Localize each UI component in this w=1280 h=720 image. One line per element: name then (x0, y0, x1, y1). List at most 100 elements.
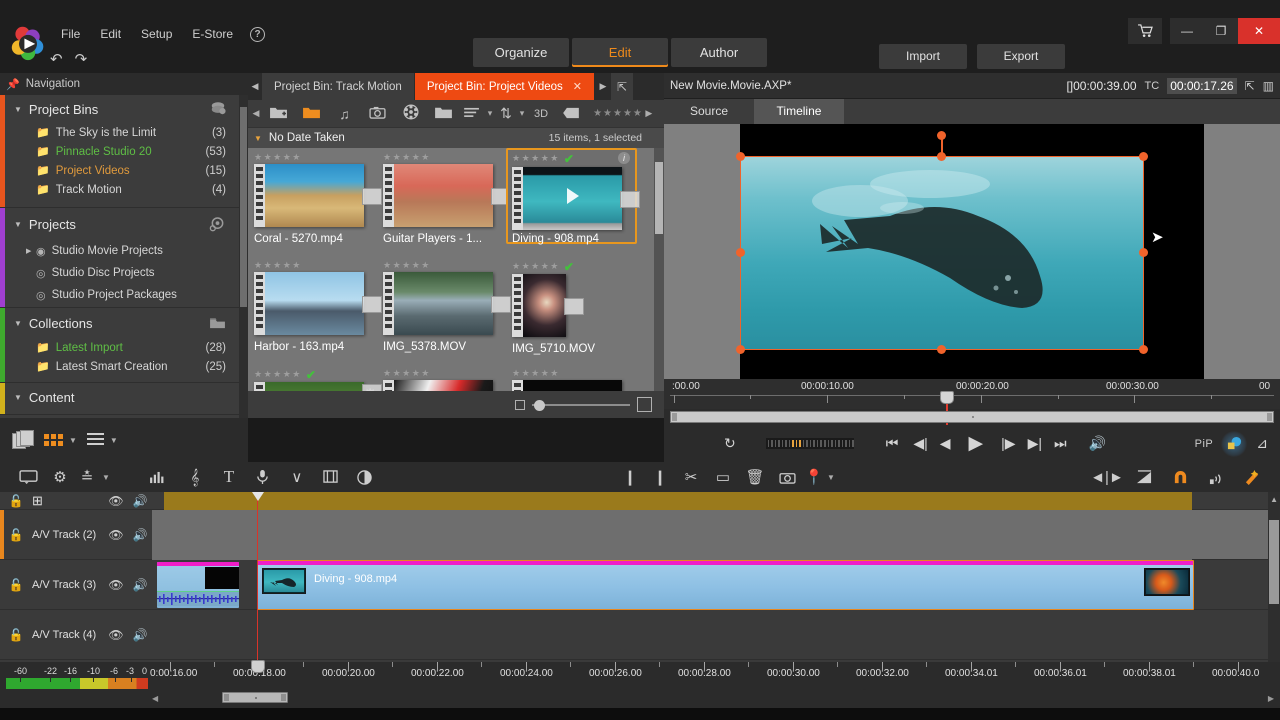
tab-scroll-left-icon[interactable]: ◀ (248, 73, 262, 100)
title-icon[interactable]: T (212, 467, 246, 487)
play-overlay-icon[interactable] (566, 187, 579, 204)
play-icon[interactable]: ▶ (969, 432, 984, 455)
chevron-down-icon[interactable]: ▼ (102, 473, 110, 482)
menu-item-estore[interactable]: E-Store (183, 24, 242, 44)
delete-icon[interactable]: 🗑 (739, 468, 771, 486)
trim-icon[interactable]: ◄|► (1088, 469, 1126, 486)
smart-edit-icon[interactable] (1234, 469, 1272, 486)
nav-section-header-projects[interactable]: ▼ Projects (0, 208, 248, 240)
timeline-clip-diving[interactable]: Diving - 908.mp4 (257, 560, 1194, 610)
timeline-horizontal-scrollbar[interactable] (222, 692, 288, 703)
handle-mid-right[interactable] (1139, 248, 1148, 257)
main-tab-bar[interactable]: Organize Edit Author (473, 38, 767, 67)
timeline-ruler[interactable]: 0:00:16.00 00:00:18.00 00:00:20.00 00:00… (150, 660, 1280, 690)
mark-out-icon[interactable]: ❙ (645, 468, 675, 486)
handle-bottom-left[interactable] (736, 345, 745, 354)
eye-icon[interactable]: 👁 (104, 628, 128, 642)
handle-top-right[interactable] (1139, 152, 1148, 161)
transform-selection-rect[interactable] (740, 156, 1144, 350)
item-folder-badge[interactable] (620, 191, 640, 208)
bin-item-coral[interactable]: ★★★★★ Coral - 5270.mp4 (254, 152, 382, 245)
tab-author[interactable]: Author (671, 38, 767, 67)
keyframe-icon[interactable]: ∨ (280, 468, 314, 486)
mark-in-icon[interactable]: ❙ (615, 468, 645, 486)
eye-icon[interactable]: 👁 (104, 578, 128, 592)
track-height-icon[interactable]: ≛ (74, 468, 100, 486)
timeline-track-area[interactable]: Diving - 908.mp4 (152, 492, 1268, 662)
bin-tab-bar[interactable]: ◀ Project Bin: Track Motion Project Bin:… (248, 73, 664, 100)
item-rating[interactable]: ★★★★★ (254, 369, 302, 381)
nav-item-project-videos[interactable]: 📁 Project Videos (15) (0, 161, 248, 180)
timeline-track-av-4[interactable] (152, 610, 1268, 660)
scrubber-left-handle[interactable] (672, 413, 677, 421)
undo-icon[interactable]: ↶ (50, 50, 63, 68)
import-button[interactable]: Import (879, 44, 967, 69)
export-button[interactable]: Export (977, 44, 1065, 69)
menu-item-setup[interactable]: Setup (132, 24, 181, 44)
info-icon[interactable]: i (618, 152, 630, 164)
step-forward-icon[interactable]: |▶ (1001, 435, 1015, 452)
scrub-audio-icon[interactable] (1198, 470, 1234, 485)
view-mode-bar[interactable]: ▼ ▼ (0, 418, 248, 462)
folder-icon[interactable] (427, 105, 460, 122)
nav-item-pinnacle-studio-20[interactable]: 📁 Pinnacle Studio 20 (53) (0, 142, 248, 161)
music-icon[interactable]: 𝄞 (178, 469, 212, 486)
minimize-button[interactable]: — (1170, 18, 1204, 44)
thumbnail-size-slider[interactable] (532, 399, 630, 411)
bin-item-guitar-players[interactable]: ★★★★★ Guitar Players - 1... (383, 152, 511, 245)
split-icon[interactable]: ✂ (675, 468, 707, 486)
timeline-master-strip[interactable] (152, 492, 1268, 510)
handle-bottom-right[interactable] (1139, 345, 1148, 354)
toolbar-scroll-right-icon[interactable]: ▶ (643, 108, 655, 119)
item-rating[interactable]: ★★★★★ (512, 153, 560, 165)
navigation-scrollbar[interactable] (239, 95, 248, 418)
popout-panel-icon[interactable]: ⇱ (611, 73, 633, 100)
chevron-down-icon[interactable]: ▼ (14, 319, 22, 328)
lock-icon[interactable]: 🔓 (0, 578, 32, 592)
list-view-dropdown-icon[interactable]: ▾ (484, 108, 496, 119)
thumbnail-size-small-icon[interactable] (515, 399, 525, 410)
add-track-icon[interactable]: ⊞ (32, 493, 104, 509)
loop-icon[interactable]: ↻ (724, 435, 736, 452)
nav-item-latest-import[interactable]: 📁 Latest Import (28) (0, 338, 248, 357)
timeline-track-av-3[interactable]: Diving - 908.mp4 (152, 560, 1268, 610)
pip-label[interactable]: PiP (1195, 438, 1214, 450)
thumbnail[interactable] (254, 164, 382, 227)
nav-item-studio-movie-projects[interactable]: ▶ ◉ Studio Movie Projects (0, 240, 248, 262)
pip-overlay-icon[interactable] (1221, 430, 1248, 457)
eye-icon[interactable]: 👁 (104, 494, 128, 508)
photo-icon[interactable] (361, 106, 394, 122)
preview-area[interactable]: ➤ (664, 124, 1280, 379)
voiceover-icon[interactable] (246, 469, 280, 485)
thumbnail[interactable] (512, 274, 584, 337)
action-button-group[interactable]: Import Export (879, 44, 1065, 69)
timeline-playhead-handle[interactable] (251, 660, 265, 673)
thumbnail[interactable] (254, 272, 382, 335)
nav-item-studio-disc-projects[interactable]: ◎ Studio Disc Projects (0, 262, 248, 284)
projects-icon[interactable] (209, 217, 226, 235)
help-icon[interactable]: ? (250, 26, 266, 42)
nav-section-header-project-bins[interactable]: ▼ Project Bins (0, 95, 248, 123)
eye-icon[interactable]: 👁 (104, 528, 128, 542)
list-view-icon[interactable] (460, 106, 484, 122)
nav-section-header-content[interactable]: ▼ Content (0, 383, 248, 411)
track-header-av-track-4[interactable]: 🔓 A/V Track (4) 👁 🔊 (0, 610, 152, 660)
scrollbar-thumb[interactable] (1269, 520, 1279, 604)
speaker-icon[interactable]: 🔊 (128, 628, 152, 642)
timeline-track-av-2[interactable] (152, 510, 1268, 560)
chevron-down-icon[interactable]: ▼ (14, 393, 22, 402)
lock-icon[interactable]: 🔓 (0, 628, 32, 642)
marker-icon[interactable]: 📍 (803, 468, 825, 486)
lock-icon[interactable]: 🔓 (0, 494, 32, 508)
lock-icon[interactable]: 🔓 (0, 528, 32, 542)
nav-item-the-sky-is-the-limit[interactable]: 📁 The Sky is the Limit (3) (0, 123, 248, 142)
close-icon[interactable]: ✕ (573, 80, 582, 93)
list-view-icon[interactable] (86, 432, 104, 448)
chevron-right-icon[interactable]: ▶ (26, 247, 31, 255)
storyboard-icon[interactable] (314, 470, 348, 484)
cart-icon[interactable] (1128, 18, 1162, 44)
rotation-handle[interactable] (937, 131, 946, 140)
restore-button[interactable]: ❐ (1204, 18, 1238, 44)
item-folder-badge[interactable] (564, 298, 584, 315)
previous-clip-icon[interactable]: ◀| (913, 435, 927, 452)
